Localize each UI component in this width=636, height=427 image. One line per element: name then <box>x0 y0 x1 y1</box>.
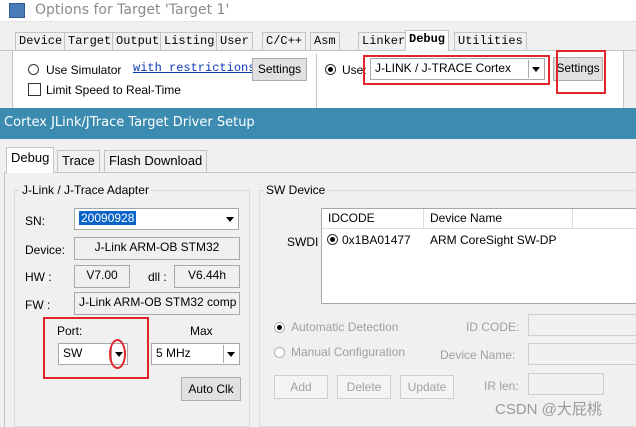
limit-speed-checkbox[interactable] <box>28 83 41 96</box>
device-field: J-Link ARM-OB STM32 <box>74 237 240 260</box>
chevron-down-icon[interactable] <box>222 210 237 228</box>
row-select-radio[interactable] <box>327 234 338 245</box>
hw-label: HW : <box>25 270 52 284</box>
sn-select[interactable]: 20090928 <box>74 208 239 230</box>
add-button[interactable]: Add <box>274 375 328 399</box>
fw-field: J-Link ARM-OB STM32 comp <box>74 292 240 315</box>
sn-label: SN: <box>25 214 46 228</box>
manual-configuration-radio[interactable] <box>274 347 285 358</box>
sn-select-value: 20090928 <box>79 211 137 225</box>
fw-label: FW : <box>25 298 51 312</box>
swdi-label: SWDI <box>287 235 319 249</box>
use-simulator-radio[interactable] <box>28 64 39 75</box>
sw-device-group-label: SW Device <box>264 183 328 197</box>
update-button[interactable]: Update <box>400 375 454 399</box>
use-debugger-radio[interactable] <box>325 64 336 75</box>
options-window: Options for Target 'Target 1' Device Tar… <box>0 0 636 108</box>
limit-speed-label: Limit Speed to Real-Time <box>46 83 181 97</box>
table-row[interactable]: 0x1BA01477 ARM CoreSight SW-DP <box>322 231 636 249</box>
options-window-title: Options for Target 'Target 1' <box>35 2 230 18</box>
dialog-title-bar: Cortex JLink/JTrace Target Driver Setup <box>0 108 636 139</box>
auto-clk-button[interactable]: Auto Clk <box>181 377 241 401</box>
highlight-port-box <box>43 317 149 379</box>
with-restrictions-link[interactable]: with restrictions <box>133 61 255 75</box>
panel-divider <box>316 54 317 108</box>
watermark: CSDN @大屁桃 <box>495 401 602 418</box>
tab-utilities[interactable]: Utilities <box>454 32 527 50</box>
tab-output[interactable]: Output <box>112 32 164 50</box>
dialog-title: Cortex JLink/JTrace Target Driver Setup <box>4 115 255 130</box>
tab-dialog-trace[interactable]: Trace <box>57 150 100 172</box>
delete-button[interactable]: Delete <box>337 375 391 399</box>
tab-user[interactable]: User <box>216 32 253 50</box>
sw-device-list[interactable]: IDCODE Device Name 0x1BA01477 ARM CoreSi… <box>321 208 636 304</box>
tab-c-cpp[interactable]: C/C++ <box>262 32 307 50</box>
id-code-input[interactable] <box>528 314 636 336</box>
id-code-label: ID CODE: <box>466 320 520 334</box>
tab-debug[interactable]: Debug <box>405 30 450 52</box>
tab-asm[interactable]: Asm <box>310 32 340 50</box>
chevron-down-icon[interactable] <box>223 345 238 363</box>
max-clock-select[interactable]: 5 MHz <box>151 343 240 365</box>
max-label: Max <box>190 324 213 338</box>
automatic-detection-radio[interactable] <box>274 322 285 333</box>
dll-field: V6.44h <box>174 265 240 288</box>
adapter-group-label: J-Link / J-Trace Adapter <box>20 183 151 197</box>
device-label: Device: <box>25 243 66 257</box>
hw-field: V7.00 <box>74 265 130 288</box>
highlight-debugger-box <box>363 55 550 85</box>
settings-simulator-button[interactable]: Settings <box>252 58 307 81</box>
col-empty <box>573 209 636 229</box>
dll-label: dll : <box>148 270 167 284</box>
highlight-settings-box <box>556 50 606 94</box>
row-idcode: 0x1BA01477 <box>342 233 411 247</box>
manual-configuration-label: Manual Configuration <box>291 345 406 359</box>
automatic-detection-label: Automatic Detection <box>291 320 399 334</box>
device-name-input[interactable] <box>528 343 636 365</box>
tab-target[interactable]: Target <box>64 32 116 50</box>
tab-linker[interactable]: Linker <box>358 32 410 50</box>
tab-dialog-flash-download[interactable]: Flash Download <box>104 150 208 172</box>
highlight-port-arrow-oval <box>109 339 126 369</box>
driver-setup-dialog: Cortex JLink/JTrace Target Driver Setup … <box>0 108 636 427</box>
tab-dialog-debug[interactable]: Debug <box>6 147 55 173</box>
max-clock-value: 5 MHz <box>156 346 191 360</box>
ir-len-input[interactable] <box>528 373 604 395</box>
tab-device[interactable]: Device <box>15 32 67 50</box>
keil-window-icon <box>9 3 25 18</box>
ir-len-label: IR len: <box>484 379 519 393</box>
row-device-name: ARM CoreSight SW-DP <box>430 233 557 247</box>
tab-listing[interactable]: Listing <box>160 32 219 50</box>
device-name-label: Device Name: <box>440 348 516 362</box>
col-device-name[interactable]: Device Name <box>424 209 573 229</box>
col-idcode[interactable]: IDCODE <box>322 209 424 229</box>
options-title-bar: Options for Target 'Target 1' <box>0 0 636 22</box>
use-simulator-label: Use Simulator <box>46 63 122 77</box>
